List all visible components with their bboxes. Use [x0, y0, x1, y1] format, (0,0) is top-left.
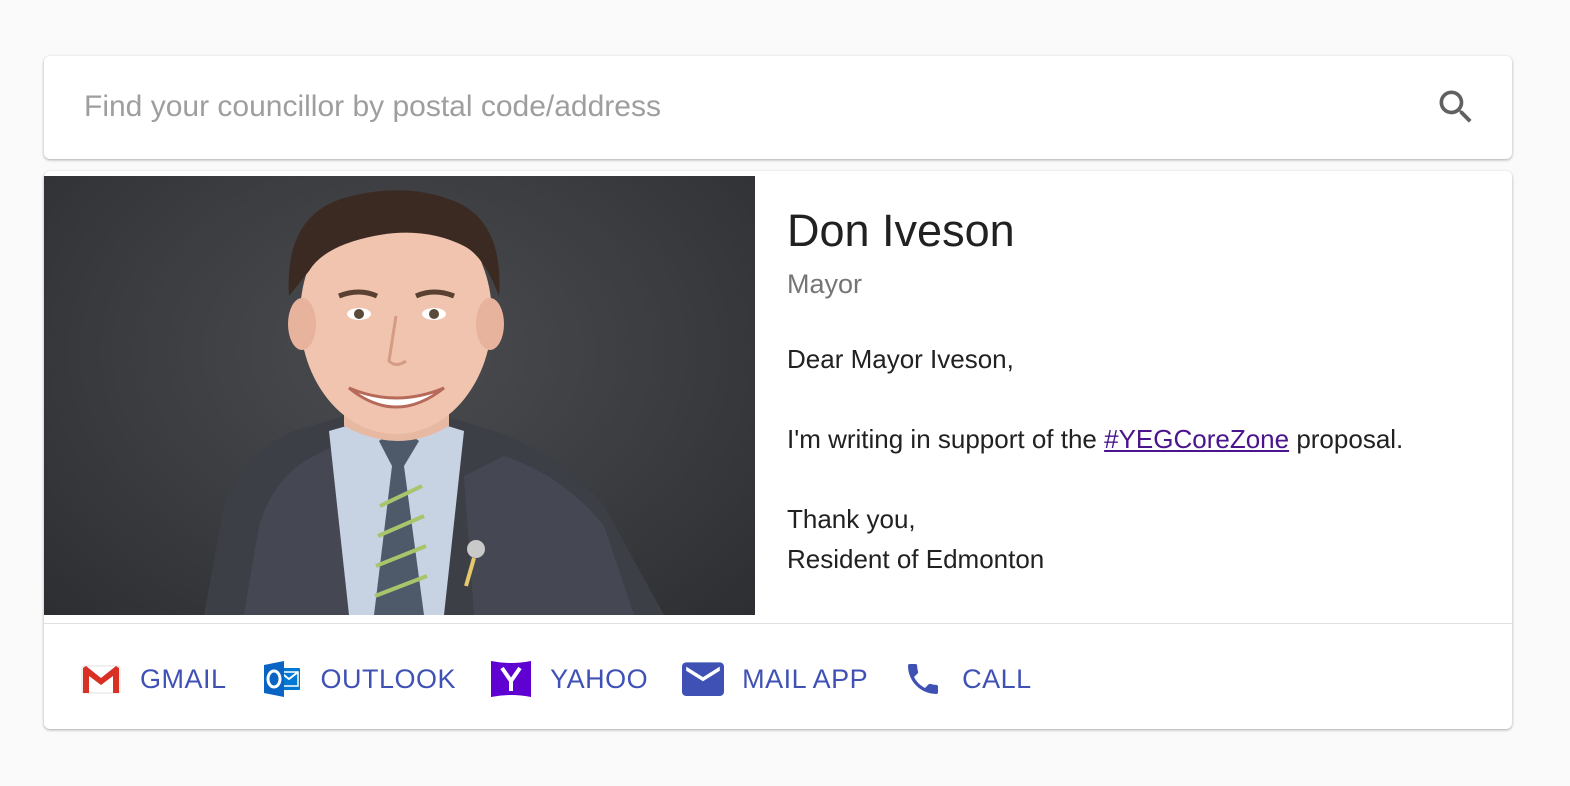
mail-app-button[interactable]: MAIL APP	[682, 658, 868, 700]
outlook-button[interactable]: OUTLOOK	[261, 658, 457, 700]
divider	[44, 623, 1512, 624]
letter-closing: Thank you,	[787, 504, 916, 534]
outlook-icon	[261, 658, 303, 700]
search-input[interactable]	[84, 82, 1404, 132]
search-card	[44, 56, 1512, 159]
letter-body-suffix: proposal.	[1289, 424, 1404, 454]
yahoo-icon	[490, 658, 532, 700]
councillor-role: Mayor	[787, 269, 863, 299]
outlook-label: OUTLOOK	[320, 663, 457, 694]
call-label: CALL	[962, 663, 1032, 694]
gmail-icon	[80, 658, 122, 700]
action-bar: GMAIL OUTLOOK YAHOO MAIL APP CALL	[80, 657, 1066, 701]
yahoo-label: YAHOO	[550, 663, 649, 694]
gmail-button[interactable]: GMAIL	[80, 658, 227, 700]
search-icon[interactable]	[1434, 85, 1478, 129]
councillor-name: Don Iveson	[787, 205, 1015, 256]
mail-app-label: MAIL APP	[742, 663, 869, 694]
letter-body: I'm writing in support of the #YEGCoreZo…	[787, 419, 1487, 459]
councillor-info: Don Iveson Mayor Dear Mayor Iveson, I'm …	[787, 201, 1487, 579]
portrait-photo	[204, 190, 664, 615]
mail-icon	[682, 658, 725, 700]
letter-body-prefix: I'm writing in support of the	[787, 424, 1105, 454]
hashtag-link[interactable]: #YEGCoreZone	[1104, 424, 1289, 454]
letter-signature: Resident of Edmonton	[787, 544, 1045, 574]
call-button[interactable]: CALL	[902, 658, 1032, 700]
councillor-card: Don Iveson Mayor Dear Mayor Iveson, I'm …	[44, 171, 1512, 729]
gmail-label: GMAIL	[140, 663, 227, 694]
phone-icon	[902, 658, 944, 700]
letter-text: Dear Mayor Iveson, I'm writing in suppor…	[787, 339, 1487, 579]
yahoo-button[interactable]: YAHOO	[490, 658, 648, 700]
letter-greeting: Dear Mayor Iveson,	[787, 344, 1014, 374]
councillor-photo	[44, 176, 755, 615]
